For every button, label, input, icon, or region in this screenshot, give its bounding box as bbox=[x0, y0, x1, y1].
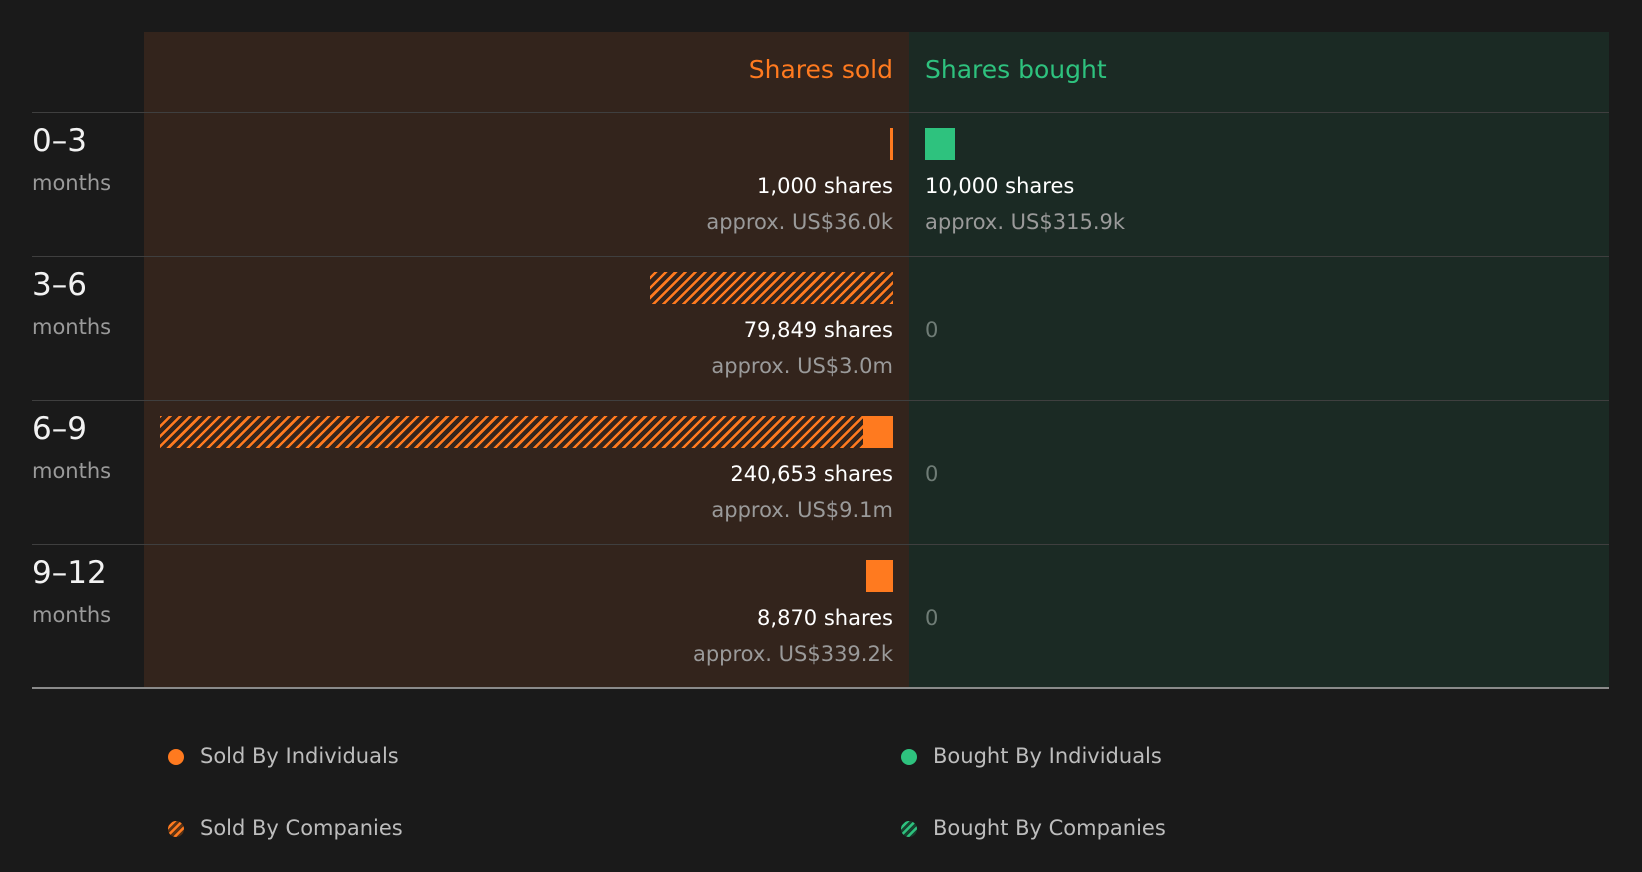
bought-by-individuals-bar bbox=[925, 128, 956, 160]
period-unit: months bbox=[32, 171, 112, 195]
period-unit: months bbox=[32, 603, 112, 627]
sold-by-companies-bar bbox=[160, 416, 863, 448]
sold-shares-label: 79,849 shares bbox=[743, 318, 893, 342]
period-row: 0–3 months 1,000 shares approx. US$36.0k… bbox=[0, 112, 1642, 256]
period-label: 9–12 bbox=[32, 555, 107, 591]
period-label: 0–3 bbox=[32, 123, 87, 159]
period-unit: months bbox=[32, 459, 112, 483]
shares-sold-header: Shares sold bbox=[748, 55, 893, 84]
bought-shares-label: 0 bbox=[925, 606, 939, 630]
sold-by-individuals-bar bbox=[865, 560, 893, 592]
legend-swatch-hatched-orange bbox=[168, 821, 184, 837]
legend-label: Bought By Individuals bbox=[933, 744, 1162, 768]
bought-shares-label: 0 bbox=[925, 318, 939, 342]
sold-by-companies-bar bbox=[649, 272, 893, 304]
sold-shares-label: 8,870 shares bbox=[757, 606, 893, 630]
legend-label: Sold By Companies bbox=[200, 816, 403, 840]
bought-shares-label: 10,000 shares bbox=[925, 174, 1075, 198]
shares-bought-header: Shares bought bbox=[925, 55, 1107, 84]
bought-value-label: approx. US$315.9k bbox=[925, 210, 1126, 234]
period-row: 6–9 months 240,653 shares approx. US$9.1… bbox=[0, 400, 1642, 544]
sold-value-label: approx. US$9.1m bbox=[711, 498, 893, 522]
period-label: 3–6 bbox=[32, 267, 87, 303]
period-label: 6–9 bbox=[32, 411, 87, 447]
period-unit: months bbox=[32, 315, 112, 339]
bought-shares-label: 0 bbox=[925, 462, 939, 486]
sold-by-individuals-bar bbox=[889, 128, 893, 160]
legend-swatch-solid-orange bbox=[168, 749, 184, 765]
legend-label: Sold By Individuals bbox=[200, 744, 399, 768]
sold-shares-label: 240,653 shares bbox=[730, 462, 893, 486]
legend-swatch-solid-green bbox=[901, 749, 917, 765]
sold-value-label: approx. US$3.0m bbox=[711, 354, 893, 378]
period-row: 9–12 months 8,870 shares approx. US$339.… bbox=[0, 544, 1642, 688]
legend-label: Bought By Companies bbox=[933, 816, 1166, 840]
sold-value-label: approx. US$36.0k bbox=[706, 210, 893, 234]
sold-value-label: approx. US$339.2k bbox=[692, 642, 893, 666]
legend-swatch-hatched-green bbox=[901, 821, 917, 837]
sold-shares-label: 1,000 shares bbox=[757, 174, 893, 198]
period-row: 3–6 months 79,849 shares approx. US$3.0m… bbox=[0, 256, 1642, 400]
sold-by-individuals-bar bbox=[862, 416, 893, 448]
